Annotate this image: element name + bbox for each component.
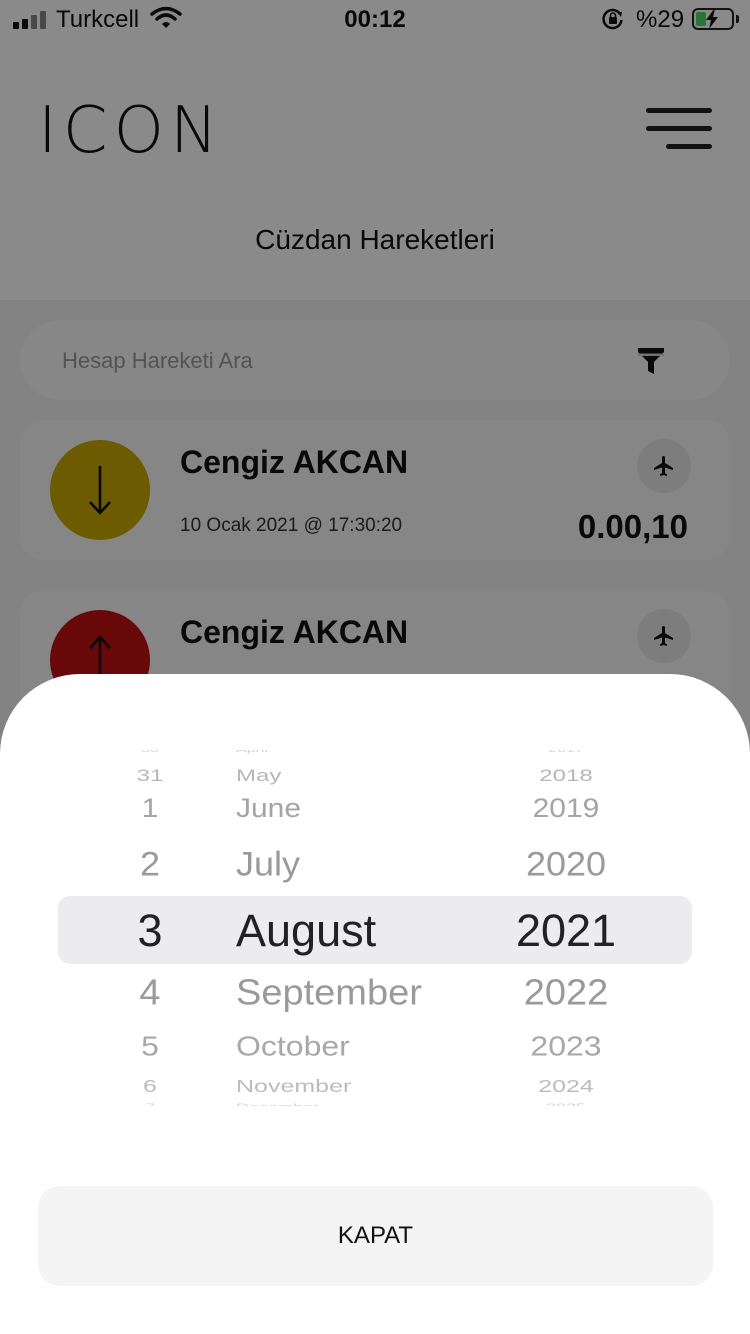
picker-month-option[interactable]: June bbox=[236, 795, 301, 822]
picker-year-option[interactable]: 2020 bbox=[466, 846, 666, 882]
picker-day-option[interactable]: 31 bbox=[50, 767, 250, 785]
picker-year-option[interactable]: 2019 bbox=[466, 795, 666, 822]
picker-month-option[interactable]: December bbox=[236, 1103, 319, 1106]
picker-day-option[interactable]: 4 bbox=[50, 975, 250, 1011]
picker-month-option[interactable]: September bbox=[236, 975, 422, 1011]
picker-year-option[interactable]: 2023 bbox=[466, 1032, 666, 1060]
picker-day-option[interactable]: 1 bbox=[50, 795, 250, 822]
picker-year-option[interactable]: 2017 bbox=[466, 750, 666, 754]
picker-month-selected[interactable]: August bbox=[236, 908, 376, 953]
picker-month-option[interactable]: November bbox=[236, 1077, 351, 1096]
close-button-label: KAPAT bbox=[337, 1222, 414, 1249]
picker-year-option[interactable]: 2024 bbox=[466, 1077, 666, 1096]
close-button[interactable]: KAPAT bbox=[38, 1186, 713, 1286]
picker-day-option[interactable]: 6 bbox=[50, 1077, 250, 1096]
picker-day-option[interactable]: 7 bbox=[50, 1103, 250, 1106]
picker-day-option[interactable]: 30 bbox=[50, 750, 250, 754]
picker-month-option[interactable]: May bbox=[236, 767, 281, 785]
picker-year-option[interactable]: 2018 bbox=[466, 767, 666, 785]
picker-day-option[interactable]: 2 bbox=[50, 846, 250, 882]
picker-month-option[interactable]: July bbox=[236, 846, 300, 882]
date-picker[interactable]: 30 31 1 2 3 4 5 6 7 April May June July August Septemb… bbox=[0, 750, 750, 1106]
picker-year-option[interactable]: 2022 bbox=[466, 975, 666, 1011]
picker-day-selected[interactable]: 3 bbox=[50, 908, 250, 953]
picker-day-option[interactable]: 5 bbox=[50, 1032, 250, 1060]
picker-month-option[interactable]: April bbox=[236, 750, 268, 754]
picker-year-option[interactable]: 2025 bbox=[466, 1103, 666, 1106]
wallet-transactions-screen: Turkcell 00:12 %29 ICON Cüzdan Hareketle… bbox=[0, 0, 750, 1334]
picker-year-selected[interactable]: 2021 bbox=[466, 908, 666, 953]
picker-month-option[interactable]: October bbox=[236, 1032, 350, 1060]
